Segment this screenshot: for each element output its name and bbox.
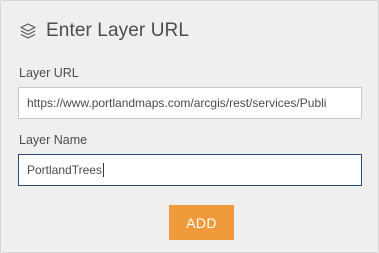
panel-title: Enter Layer URL [46,20,190,41]
enter-layer-url-panel: Enter Layer URL Layer URL https://www.po… [0,0,379,253]
layer-name-value: PortlandTrees [27,163,102,177]
layer-name-input[interactable]: PortlandTrees [18,154,362,186]
layer-url-value: https://www.portlandmaps.com/arcgis/rest… [27,96,327,110]
layer-url-label: Layer URL [19,66,79,80]
add-button[interactable]: ADD [169,205,234,240]
layer-name-label: Layer Name [19,133,88,147]
layers-icon [19,22,37,40]
layer-url-input[interactable]: https://www.portlandmaps.com/arcgis/rest… [18,87,362,119]
text-caret [102,163,104,177]
panel-header: Enter Layer URL [19,19,189,43]
